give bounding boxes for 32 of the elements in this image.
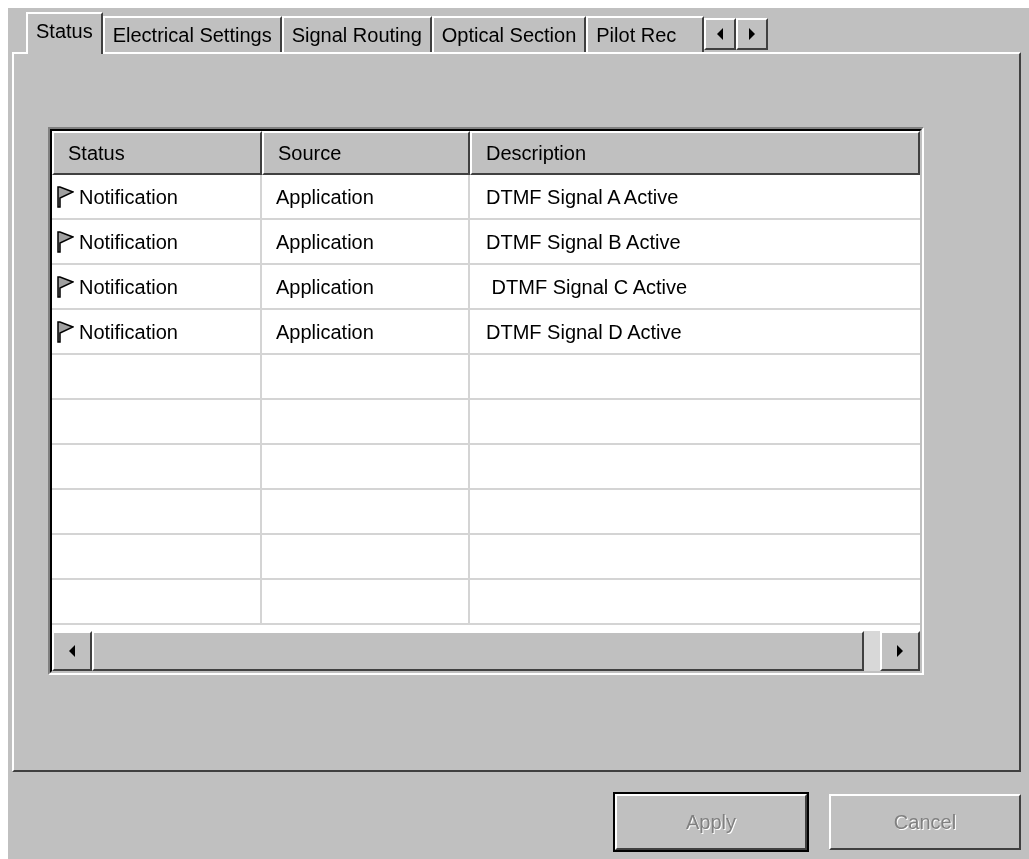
table-cell: Application bbox=[262, 175, 470, 218]
right-arrow-icon bbox=[748, 28, 757, 40]
status-text: Notification bbox=[79, 319, 178, 345]
tab-scroll-right-button[interactable] bbox=[736, 18, 769, 50]
column-header[interactable]: Description bbox=[470, 131, 920, 175]
status-text: Notification bbox=[79, 184, 178, 210]
status-text: Notification bbox=[79, 274, 178, 300]
table-cell: Application bbox=[262, 310, 470, 353]
table-cell-text: DTMF Signal D Active bbox=[485, 319, 683, 345]
flag-icon bbox=[56, 230, 74, 253]
tab[interactable]: Status bbox=[26, 12, 103, 54]
scroll-right-button[interactable] bbox=[880, 631, 920, 671]
table-cell-text: DTMF Signal B Active bbox=[485, 229, 682, 255]
left-arrow-icon bbox=[716, 28, 725, 40]
status-text: Notification bbox=[79, 229, 178, 255]
tab[interactable]: Signal Routing bbox=[281, 16, 432, 52]
column-header[interactable]: Status bbox=[52, 131, 262, 175]
table-cell: Application bbox=[262, 265, 470, 308]
tab[interactable]: Electrical Settings bbox=[102, 16, 282, 52]
tab-scroll-left-button[interactable] bbox=[704, 18, 737, 50]
table-cell-text: DTMF Signal C Active bbox=[490, 274, 689, 300]
flag-icon bbox=[56, 275, 74, 298]
table-cell: Application bbox=[262, 220, 470, 263]
tab[interactable]: Optical Section bbox=[431, 16, 587, 52]
flag-icon bbox=[56, 185, 74, 208]
right-arrow-icon bbox=[896, 645, 904, 657]
flag-icon bbox=[56, 320, 74, 343]
tab[interactable]: Pilot Rec bbox=[586, 16, 705, 52]
column-header[interactable]: Source bbox=[262, 131, 470, 175]
table-cell-text: DTMF Signal A Active bbox=[485, 184, 680, 210]
left-arrow-icon bbox=[68, 645, 76, 657]
scroll-left-button[interactable] bbox=[52, 631, 92, 671]
